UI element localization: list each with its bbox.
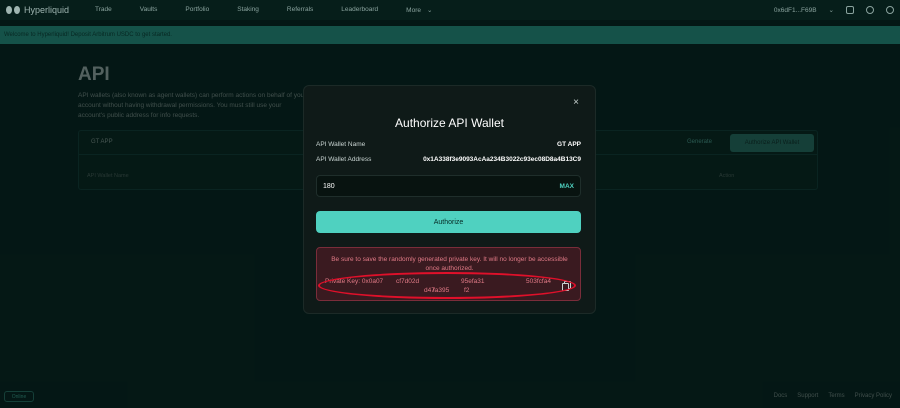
validity-days-value: 180 — [323, 183, 335, 190]
nav-link-trade[interactable]: Trade — [95, 6, 112, 14]
notifications-icon[interactable] — [846, 6, 854, 14]
wallet-name-label: API Wallet Name — [316, 141, 366, 148]
modal-title: Authorize API Wallet — [395, 116, 504, 130]
nav-link-portfolio[interactable]: Portfolio — [185, 6, 209, 14]
chevron-down-icon[interactable]: ⌄ — [829, 6, 834, 14]
chevron-down-icon: ⌄ — [426, 7, 433, 14]
nav-link-staking[interactable]: Staking — [237, 6, 259, 14]
authorize-button[interactable]: Authorize — [316, 211, 581, 233]
wallet-address-value: 0x1A338f3e9093AcAa234B3022c93ec08D8a4B13… — [423, 156, 581, 163]
top-nav: Hyperliquid Trade Vaults Portfolio Staki… — [0, 0, 900, 20]
validity-days-input[interactable]: 180 MAX — [316, 175, 581, 197]
nav-link-leaderboard[interactable]: Leaderboard — [341, 6, 378, 14]
nav-right: 0x6dF1...F69B ⌄ — [774, 6, 894, 14]
nav-more-label: More — [406, 6, 421, 14]
settings-icon[interactable] — [886, 6, 894, 14]
max-button[interactable]: MAX — [560, 183, 574, 190]
account-address[interactable]: 0x6dF1...F69B — [774, 7, 817, 14]
nav-link-vaults[interactable]: Vaults — [140, 6, 158, 14]
warning-text: Be sure to save the randomly generated p… — [331, 256, 568, 272]
nav-link-referrals[interactable]: Referrals — [287, 6, 313, 14]
highlight-annotation — [318, 272, 576, 299]
close-icon[interactable]: × — [571, 98, 581, 108]
nav-more-menu[interactable]: More ⌄ — [406, 6, 433, 15]
nav-links: Trade Vaults Portfolio Staking Referrals… — [95, 6, 460, 14]
wallet-name-value: GT APP — [557, 141, 581, 148]
brand-logo[interactable]: Hyperliquid — [6, 5, 69, 15]
brand-name: Hyperliquid — [24, 5, 70, 15]
wallet-address-label: API Wallet Address — [316, 156, 372, 163]
logo-icon — [6, 6, 20, 14]
globe-icon[interactable] — [866, 6, 874, 14]
